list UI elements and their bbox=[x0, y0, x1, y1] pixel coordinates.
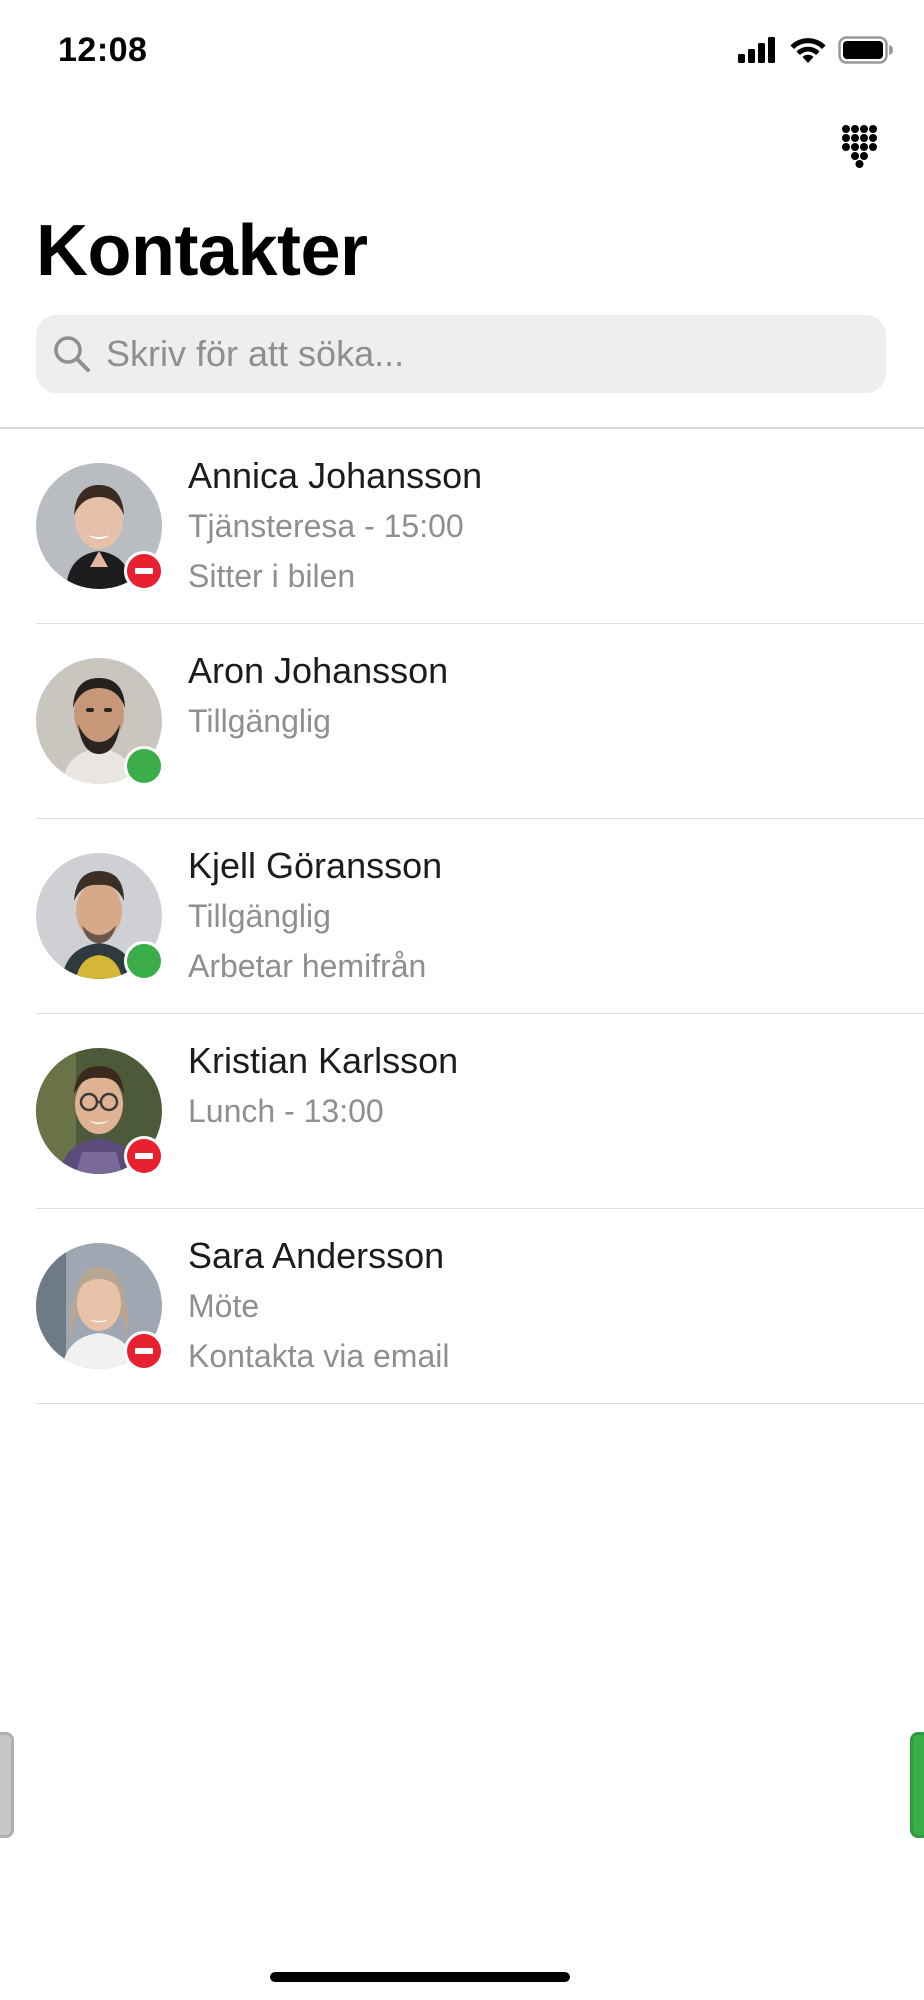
home-indicator[interactable] bbox=[270, 1972, 570, 1982]
keypad-button[interactable] bbox=[840, 124, 880, 168]
busy-status-icon bbox=[124, 551, 164, 591]
contact-item[interactable]: Kjell Göransson Tillgänglig Arbetar hemi… bbox=[0, 819, 924, 1014]
contact-status: Lunch - 13:00 bbox=[188, 1093, 384, 1129]
contacts-screen: 12:08 Kontakter Skriv för att söka... An… bbox=[0, 0, 924, 2000]
busy-status-icon bbox=[124, 1331, 164, 1371]
contact-name: Annica Johansson bbox=[188, 455, 483, 496]
avatar-wrap bbox=[36, 1048, 164, 1176]
wifi-icon bbox=[790, 38, 826, 63]
available-status-icon bbox=[124, 941, 164, 981]
contact-name: Aron Johansson bbox=[188, 650, 449, 691]
contact-text: Kristian Karlsson Lunch - 13:00 bbox=[188, 1036, 458, 1136]
contact-text: Annica Johansson Tjänsteresa - 15:00 Sit… bbox=[188, 451, 482, 601]
search-bar[interactable] bbox=[36, 315, 886, 393]
contact-list: Annica Johansson Tjänsteresa - 15:00 Sit… bbox=[0, 429, 924, 1404]
available-status-icon bbox=[124, 746, 164, 786]
keypad-icon bbox=[842, 125, 877, 168]
contact-note: Arbetar hemifrån bbox=[188, 948, 427, 984]
contact-item[interactable]: Aron Johansson Tillgänglig bbox=[0, 624, 924, 819]
signal-icon bbox=[738, 37, 775, 63]
contact-status: Tillgänglig bbox=[188, 703, 331, 739]
search-input[interactable] bbox=[104, 323, 868, 385]
contact-text: Kjell Göransson Tillgänglig Arbetar hemi… bbox=[188, 841, 442, 991]
contact-status: Tjänsteresa - 15:00 bbox=[188, 508, 464, 544]
contact-text: Sara Andersson Möte Kontakta via email bbox=[188, 1231, 449, 1381]
contact-item[interactable]: Sara Andersson Möte Kontakta via email bbox=[0, 1209, 924, 1404]
avatar-wrap bbox=[36, 853, 164, 981]
battery-icon bbox=[838, 36, 893, 64]
avatar-wrap bbox=[36, 463, 164, 591]
contact-name: Sara Andersson bbox=[188, 1235, 445, 1276]
left-edge-handle[interactable] bbox=[0, 1732, 14, 1838]
avatar-wrap bbox=[36, 658, 164, 786]
contact-text: Aron Johansson Tillgänglig bbox=[188, 646, 448, 746]
contact-note: Kontakta via email bbox=[188, 1338, 450, 1374]
contact-status: Möte bbox=[188, 1288, 260, 1324]
status-icons bbox=[738, 36, 894, 64]
status-time: 12:08 bbox=[58, 31, 148, 69]
contact-status: Tillgänglig bbox=[188, 898, 331, 934]
contact-name: Kjell Göransson bbox=[188, 845, 443, 886]
avatar-wrap bbox=[36, 1243, 164, 1371]
busy-status-icon bbox=[124, 1136, 164, 1176]
contact-name: Kristian Karlsson bbox=[188, 1040, 459, 1081]
contact-item[interactable]: Kristian Karlsson Lunch - 13:00 bbox=[0, 1014, 924, 1209]
contact-note: Sitter i bilen bbox=[188, 558, 356, 594]
right-edge-handle[interactable] bbox=[910, 1732, 924, 1838]
contact-item[interactable]: Annica Johansson Tjänsteresa - 15:00 Sit… bbox=[0, 429, 924, 624]
page-title: Kontakter bbox=[36, 211, 368, 291]
status-bar: 12:08 bbox=[0, 0, 924, 100]
search-icon bbox=[54, 336, 90, 372]
